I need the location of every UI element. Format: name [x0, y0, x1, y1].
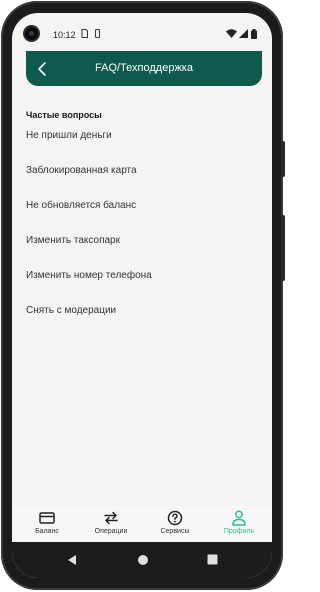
home-circle-icon[interactable]: [137, 554, 149, 566]
signal-icon: [239, 29, 248, 38]
nav-label-operations: Операции: [94, 528, 128, 535]
bottom-nav: Баланс Операции Сервисы Профиль: [12, 506, 272, 542]
faq-item-change-phone-number[interactable]: Изменить номер телефона: [26, 264, 256, 288]
front-camera: [25, 27, 38, 40]
recents-square-icon[interactable]: [207, 554, 218, 565]
card-icon: [39, 512, 55, 524]
battery-icon: [251, 29, 257, 39]
nav-tab-operations[interactable]: Операции: [79, 510, 143, 542]
nav-label-services: Сервисы: [160, 528, 190, 535]
faq-section-title: Частые вопросы: [26, 110, 102, 120]
power-button: [281, 141, 285, 177]
faq-item-balance-not-updating[interactable]: Не обновляется баланс: [26, 194, 256, 218]
faq-item-money-not-arrived[interactable]: Не пришли деньги: [26, 124, 256, 148]
wifi-icon: [226, 29, 237, 38]
nav-label-profile: Профиль: [223, 528, 255, 535]
swap-arrows-icon: [104, 511, 118, 525]
screen: 10:12 FAQ/Техподдержка Частые вопросы Не…: [12, 13, 272, 578]
nav-tab-balance[interactable]: Баланс: [15, 510, 79, 542]
nav-tab-profile[interactable]: Профиль: [207, 510, 271, 542]
page-title: FAQ/Техподдержка: [95, 62, 193, 74]
faq-item-blocked-card[interactable]: Заблокированная карта: [26, 159, 256, 183]
phone-frame: 10:12 FAQ/Техподдержка Частые вопросы Не…: [1, 1, 285, 590]
faq-item-remove-moderation[interactable]: Снять с модерации: [26, 299, 256, 323]
status-bar: 10:12: [12, 13, 272, 47]
status-time: 10:12: [53, 30, 76, 40]
vibrate-icon: [95, 29, 100, 38]
system-nav-bar: [12, 542, 272, 578]
nav-label-balance: Баланс: [35, 528, 59, 535]
sim-icon: [81, 29, 88, 38]
app-header: FAQ/Техподдержка: [26, 51, 262, 86]
person-icon: [232, 510, 246, 526]
faq-item-change-taxi-fleet[interactable]: Изменить таксопарк: [26, 229, 256, 253]
nav-tab-services[interactable]: Сервисы: [143, 510, 207, 542]
back-triangle-icon[interactable]: [67, 554, 77, 566]
volume-button: [281, 215, 285, 281]
help-circle-icon: [167, 510, 183, 526]
